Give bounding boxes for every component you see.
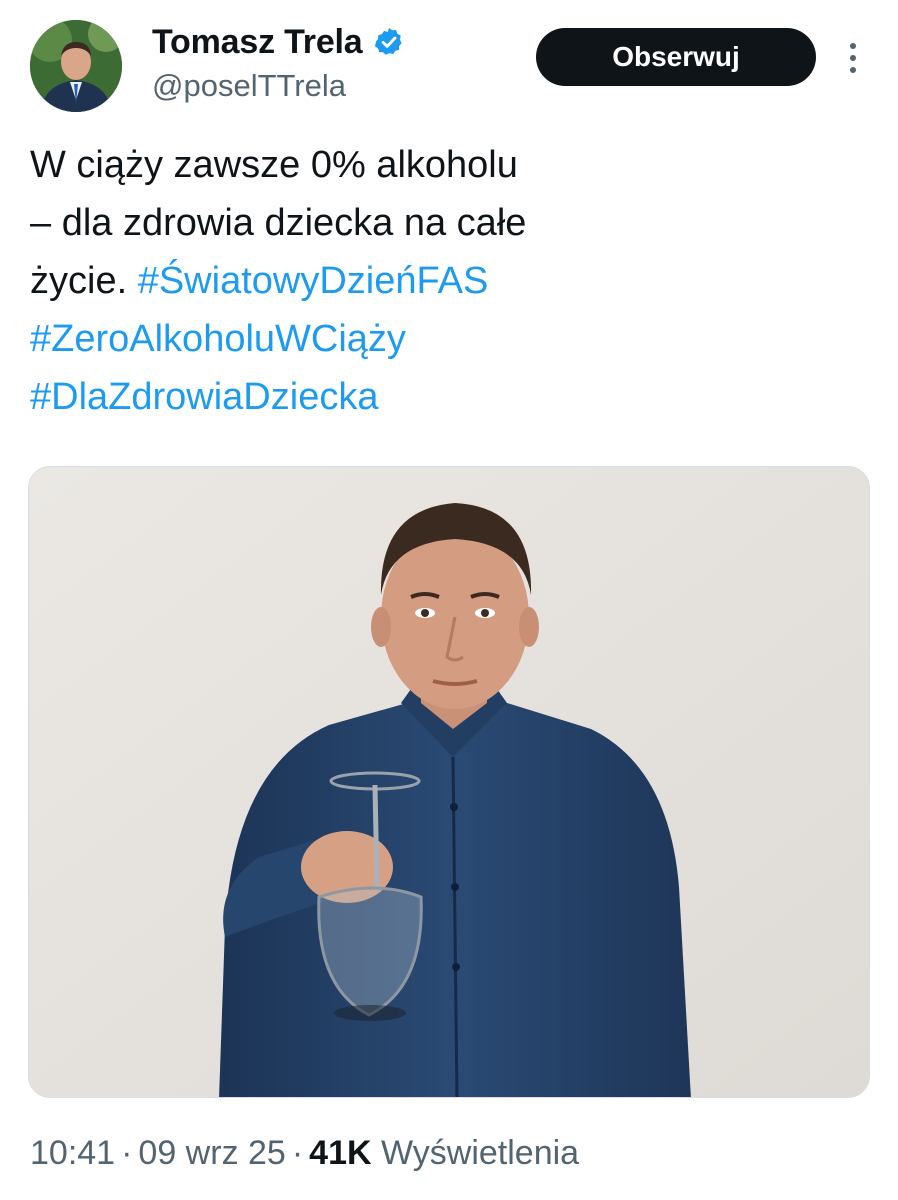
tweet-date[interactable]: 09 wrz 25 [138, 1134, 285, 1172]
tweet-photo[interactable] [28, 466, 870, 1098]
meta-separator: · [121, 1134, 133, 1172]
tweet-text-line: – dla zdrowia dziecka na całe [30, 202, 527, 244]
hashtag-link[interactable]: #ŚwiatowyDzieńFAS [138, 260, 489, 302]
author-avatar[interactable] [30, 20, 122, 112]
views-count: 41K [309, 1134, 372, 1172]
tweet-text-line: W ciąży zawsze 0% alkoholu [30, 144, 518, 186]
views-label: Wyświetlenia [380, 1134, 580, 1172]
more-vertical-icon[interactable] [838, 36, 868, 80]
avatar-image [30, 20, 122, 112]
verified-badge-icon [373, 26, 405, 58]
tweet-meta: 10:41 · 09 wrz 25 · 41K Wyświetlenia [30, 1134, 579, 1173]
meta-separator: · [291, 1134, 304, 1172]
tweet: Tomasz Trela @poselTTrela Obserwuj W cią… [0, 0, 898, 1200]
dot [850, 67, 856, 73]
hashtag-link[interactable]: #DlaZdrowiaDziecka [30, 376, 378, 418]
dot [850, 55, 856, 61]
follow-button[interactable]: Obserwuj [536, 28, 816, 86]
tweet-time[interactable]: 10:41 [30, 1134, 115, 1172]
tweet-text-line: życie. #ŚwiatowyDzieńFAS [30, 252, 870, 310]
author-block: Tomasz Trela @poselTTrela [152, 20, 405, 104]
tweet-text-fragment: życie. [30, 260, 128, 302]
tweet-text-line: #DlaZdrowiaDziecka [30, 368, 870, 426]
tweet-text: W ciąży zawsze 0% alkoholu – dla zdrowia… [30, 136, 870, 426]
dot [850, 43, 856, 49]
author-handle[interactable]: @poselTTrela [152, 68, 405, 104]
author-name[interactable]: Tomasz Trela [152, 23, 363, 62]
tweet-text-line: #ZeroAlkoholuWCiąży [30, 310, 870, 368]
hashtag-link[interactable]: #ZeroAlkoholuWCiąży [30, 318, 406, 360]
photo-illustration [29, 467, 869, 1097]
